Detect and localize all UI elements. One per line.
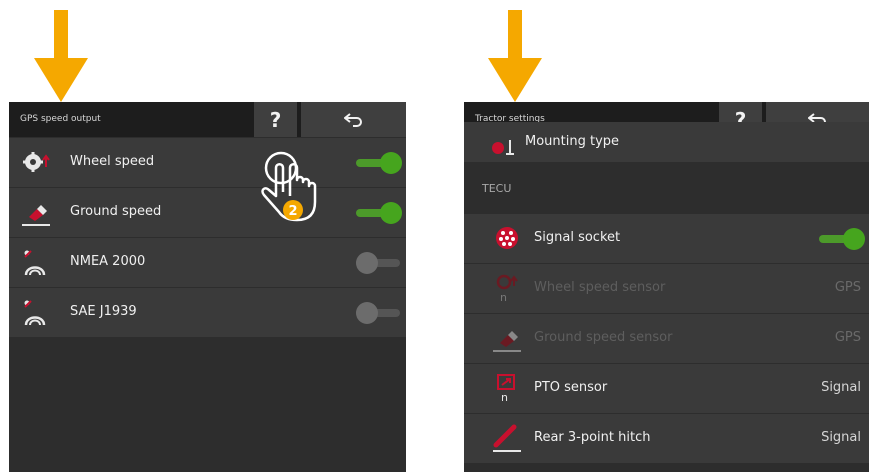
radar-sensor-icon	[493, 331, 521, 352]
ground-speed-label: Ground speed	[70, 204, 162, 219]
pto-sensor-icon: n	[497, 374, 515, 403]
ground-speed-toggle[interactable]	[356, 202, 402, 224]
rear-hitch-icon	[493, 424, 521, 452]
list-item-rear-3-point-hitch[interactable]: Rear 3-point hitch Signal	[464, 414, 869, 463]
satellite-dish-icon	[24, 250, 46, 276]
list-item-nmea-2000[interactable]: NMEA 2000	[9, 238, 406, 287]
title-bar: GPS speed output ?	[9, 102, 406, 137]
sae-j1939-toggle[interactable]	[356, 302, 402, 324]
tractor-settings-panel: Tractor settings ? Mounting type TECU Si…	[464, 102, 869, 472]
list-item-ground-speed-sensor: Ground speed sensor GPS	[464, 314, 869, 363]
back-button[interactable]	[301, 102, 406, 137]
back-arrow-icon	[343, 112, 362, 127]
nmea-2000-toggle[interactable]	[356, 252, 402, 274]
section-heading-tecu: TECU	[482, 182, 512, 195]
ground-speed-sensor-label: Ground speed sensor	[534, 330, 673, 345]
callout-badge: 2	[288, 204, 297, 219]
mounting-type-label: Mounting type	[525, 134, 620, 149]
down-arrow-icon	[34, 10, 88, 102]
gps-speed-output-panel: GPS speed output ? Wheel speed Ground sp…	[9, 102, 406, 472]
list-item-wheel-speed[interactable]: Wheel speed	[9, 138, 406, 187]
wheel-speed-sensor-label: Wheel speed sensor	[534, 280, 666, 295]
list-item-sae-j1939[interactable]: SAE J1939	[9, 288, 406, 337]
down-arrow-icon	[488, 10, 542, 102]
rear-3-point-hitch-label: Rear 3-point hitch	[534, 430, 651, 445]
signal-socket-toggle[interactable]	[819, 228, 865, 250]
help-button[interactable]: ?	[254, 102, 297, 137]
nmea-2000-label: NMEA 2000	[70, 254, 146, 269]
radar-sensor-icon	[22, 205, 50, 226]
wheel-speed-sensor-value: GPS	[834, 280, 861, 295]
sae-j1939-label: SAE J1939	[70, 304, 137, 319]
list-item-wheel-speed-sensor: n Wheel speed sensor GPS	[464, 264, 869, 313]
list-item-ground-speed[interactable]: Ground speed	[9, 188, 406, 237]
satellite-dish-icon	[24, 300, 46, 326]
help-label: ?	[269, 107, 282, 132]
signal-socket-label: Signal socket	[534, 230, 621, 245]
rear-3-point-hitch-value: Signal	[821, 430, 861, 445]
list-item-signal-socket[interactable]: Signal socket	[464, 214, 869, 263]
svg-text:n: n	[501, 391, 508, 403]
pto-sensor-label: PTO sensor	[534, 380, 608, 395]
wheel-speed-label: Wheel speed	[70, 154, 155, 169]
pointing-hand-icon: 2	[261, 151, 317, 222]
svg-text:n: n	[500, 291, 507, 303]
pto-sensor-value: Signal	[821, 380, 861, 395]
mounting-type-icon	[492, 140, 514, 155]
wheel-sensor-icon: n	[496, 274, 518, 303]
list-item-mounting-type[interactable]: Mounting type	[464, 122, 869, 162]
signal-socket-icon	[496, 227, 518, 249]
wheel-sensor-icon	[23, 152, 50, 172]
wheel-speed-toggle[interactable]	[356, 152, 402, 174]
list-item-pto-sensor[interactable]: n PTO sensor Signal	[464, 364, 869, 413]
page-title: GPS speed output	[20, 114, 101, 124]
ground-speed-sensor-value: GPS	[834, 330, 861, 345]
